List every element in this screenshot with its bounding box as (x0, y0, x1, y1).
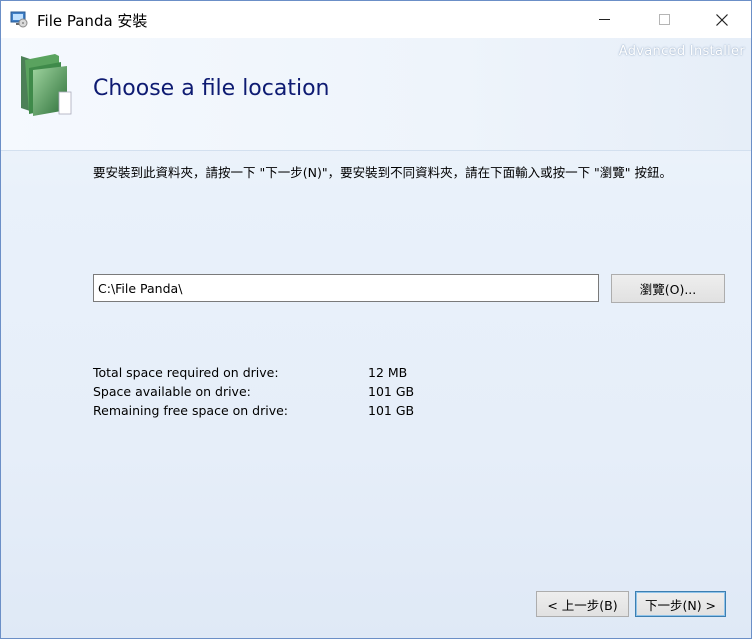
space-required-label: Total space required on drive: (93, 365, 279, 380)
maximize-button[interactable] (641, 1, 687, 38)
maximize-icon (658, 14, 670, 25)
browse-button[interactable]: 瀏覽(O)... (611, 274, 725, 303)
space-available-value: 101 GB (368, 384, 415, 399)
minimize-button[interactable] (581, 1, 627, 38)
installer-app-icon (10, 11, 28, 28)
space-remaining-value: 101 GB (368, 403, 415, 418)
instruction-text: 要安裝到此資料夾，請按一下 "下一步(N)"，要安裝到不同資料夾，請在下面輸入或… (93, 165, 673, 180)
close-button[interactable] (699, 1, 745, 38)
space-remaining-label: Remaining free space on drive: (93, 403, 289, 418)
title-bar[interactable]: File Panda 安裝 (1, 1, 751, 38)
folder-icon (21, 54, 72, 116)
install-path-input[interactable] (93, 274, 599, 302)
space-available-label: Space available on drive: (93, 384, 251, 399)
close-icon (716, 13, 728, 26)
next-button[interactable]: 下一步(N) > (635, 591, 726, 617)
minimize-icon (598, 19, 610, 20)
brand-watermark: Advanced Installer (618, 44, 745, 59)
back-button[interactable]: < 上一步(B) (536, 591, 629, 617)
page-title: Choose a file location (93, 76, 330, 101)
window-title: File Panda 安裝 (37, 12, 148, 30)
space-required-value: 12 MB (368, 365, 408, 380)
installer-window: File Panda 安裝 Advanced Installer Choose … (0, 0, 752, 639)
wizard-header: Advanced Installer Choose a file locatio… (1, 38, 751, 151)
